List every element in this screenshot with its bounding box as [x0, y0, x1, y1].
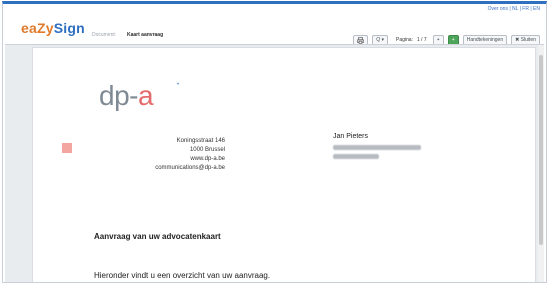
address-line: www.dp-a.be	[190, 156, 225, 162]
dpa-logo: dp-a •	[99, 80, 179, 112]
recipient-city-blurred	[333, 154, 379, 159]
decorative-square	[62, 143, 72, 153]
app-window: Over ons | NL | FR | EN eaZySign Documen…	[2, 1, 547, 283]
logo-part2: Sign	[53, 20, 85, 36]
address-line: communications@dp-a.be	[155, 165, 225, 171]
eazysign-logo[interactable]: eaZySign	[21, 20, 85, 36]
header: eaZySign Document: Kaart aanvraag Q ▾ Pa…	[3, 11, 546, 46]
recipient-street-blurred	[333, 145, 421, 150]
address-line: Koningsstraat 146	[176, 138, 225, 144]
letter-body: Hieronder vindt u een overzicht van uw a…	[94, 271, 271, 280]
scrollbar[interactable]	[538, 45, 544, 282]
print-icon	[357, 36, 364, 44]
document-page: dp-a • Koningsstraat 146 1000 Brussel www…	[33, 48, 535, 282]
recipient-block: Jan Pieters	[333, 132, 421, 159]
logo-part1: eaZy	[21, 20, 54, 36]
sender-address: Koningsstraat 146 1000 Brussel www.dp-a.…	[93, 137, 225, 173]
document-name: Kaart aanvraag	[127, 32, 164, 38]
document-label: Document:	[92, 32, 117, 38]
recipient-name: Jan Pieters	[333, 133, 369, 140]
page-indicator: 1 / 7	[416, 37, 427, 43]
dpa-logo-text: dp-	[99, 80, 138, 111]
address-line: 1000 Brussel	[189, 147, 225, 153]
scrollbar-thumb[interactable]	[539, 55, 543, 245]
page-label: Pagina:	[396, 37, 413, 43]
letter-title: Aanvraag van uw advocatenkaart	[94, 232, 221, 241]
dpa-logo-accent: a	[137, 80, 154, 111]
dpa-logo-dot: •	[177, 82, 179, 88]
document-viewer[interactable]: dp-a • Koningsstraat 146 1000 Brussel www…	[5, 44, 544, 282]
